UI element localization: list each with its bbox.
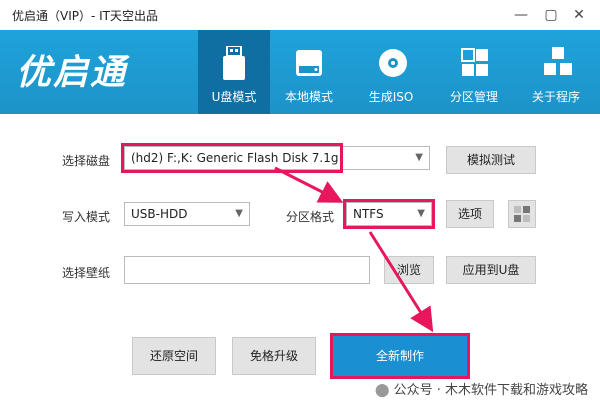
watermark-text: 公众号 · 木木软件下载和游戏攻略	[393, 383, 588, 398]
arrow-partition-to-make	[368, 231, 434, 333]
annotation-arrows	[274, 166, 434, 333]
watermark: ⬤ 公众号 · 木木软件下载和游戏攻略	[375, 379, 588, 398]
wechat-icon: ⬤	[374, 383, 390, 398]
arrow-disk-to-partition	[274, 166, 344, 203]
